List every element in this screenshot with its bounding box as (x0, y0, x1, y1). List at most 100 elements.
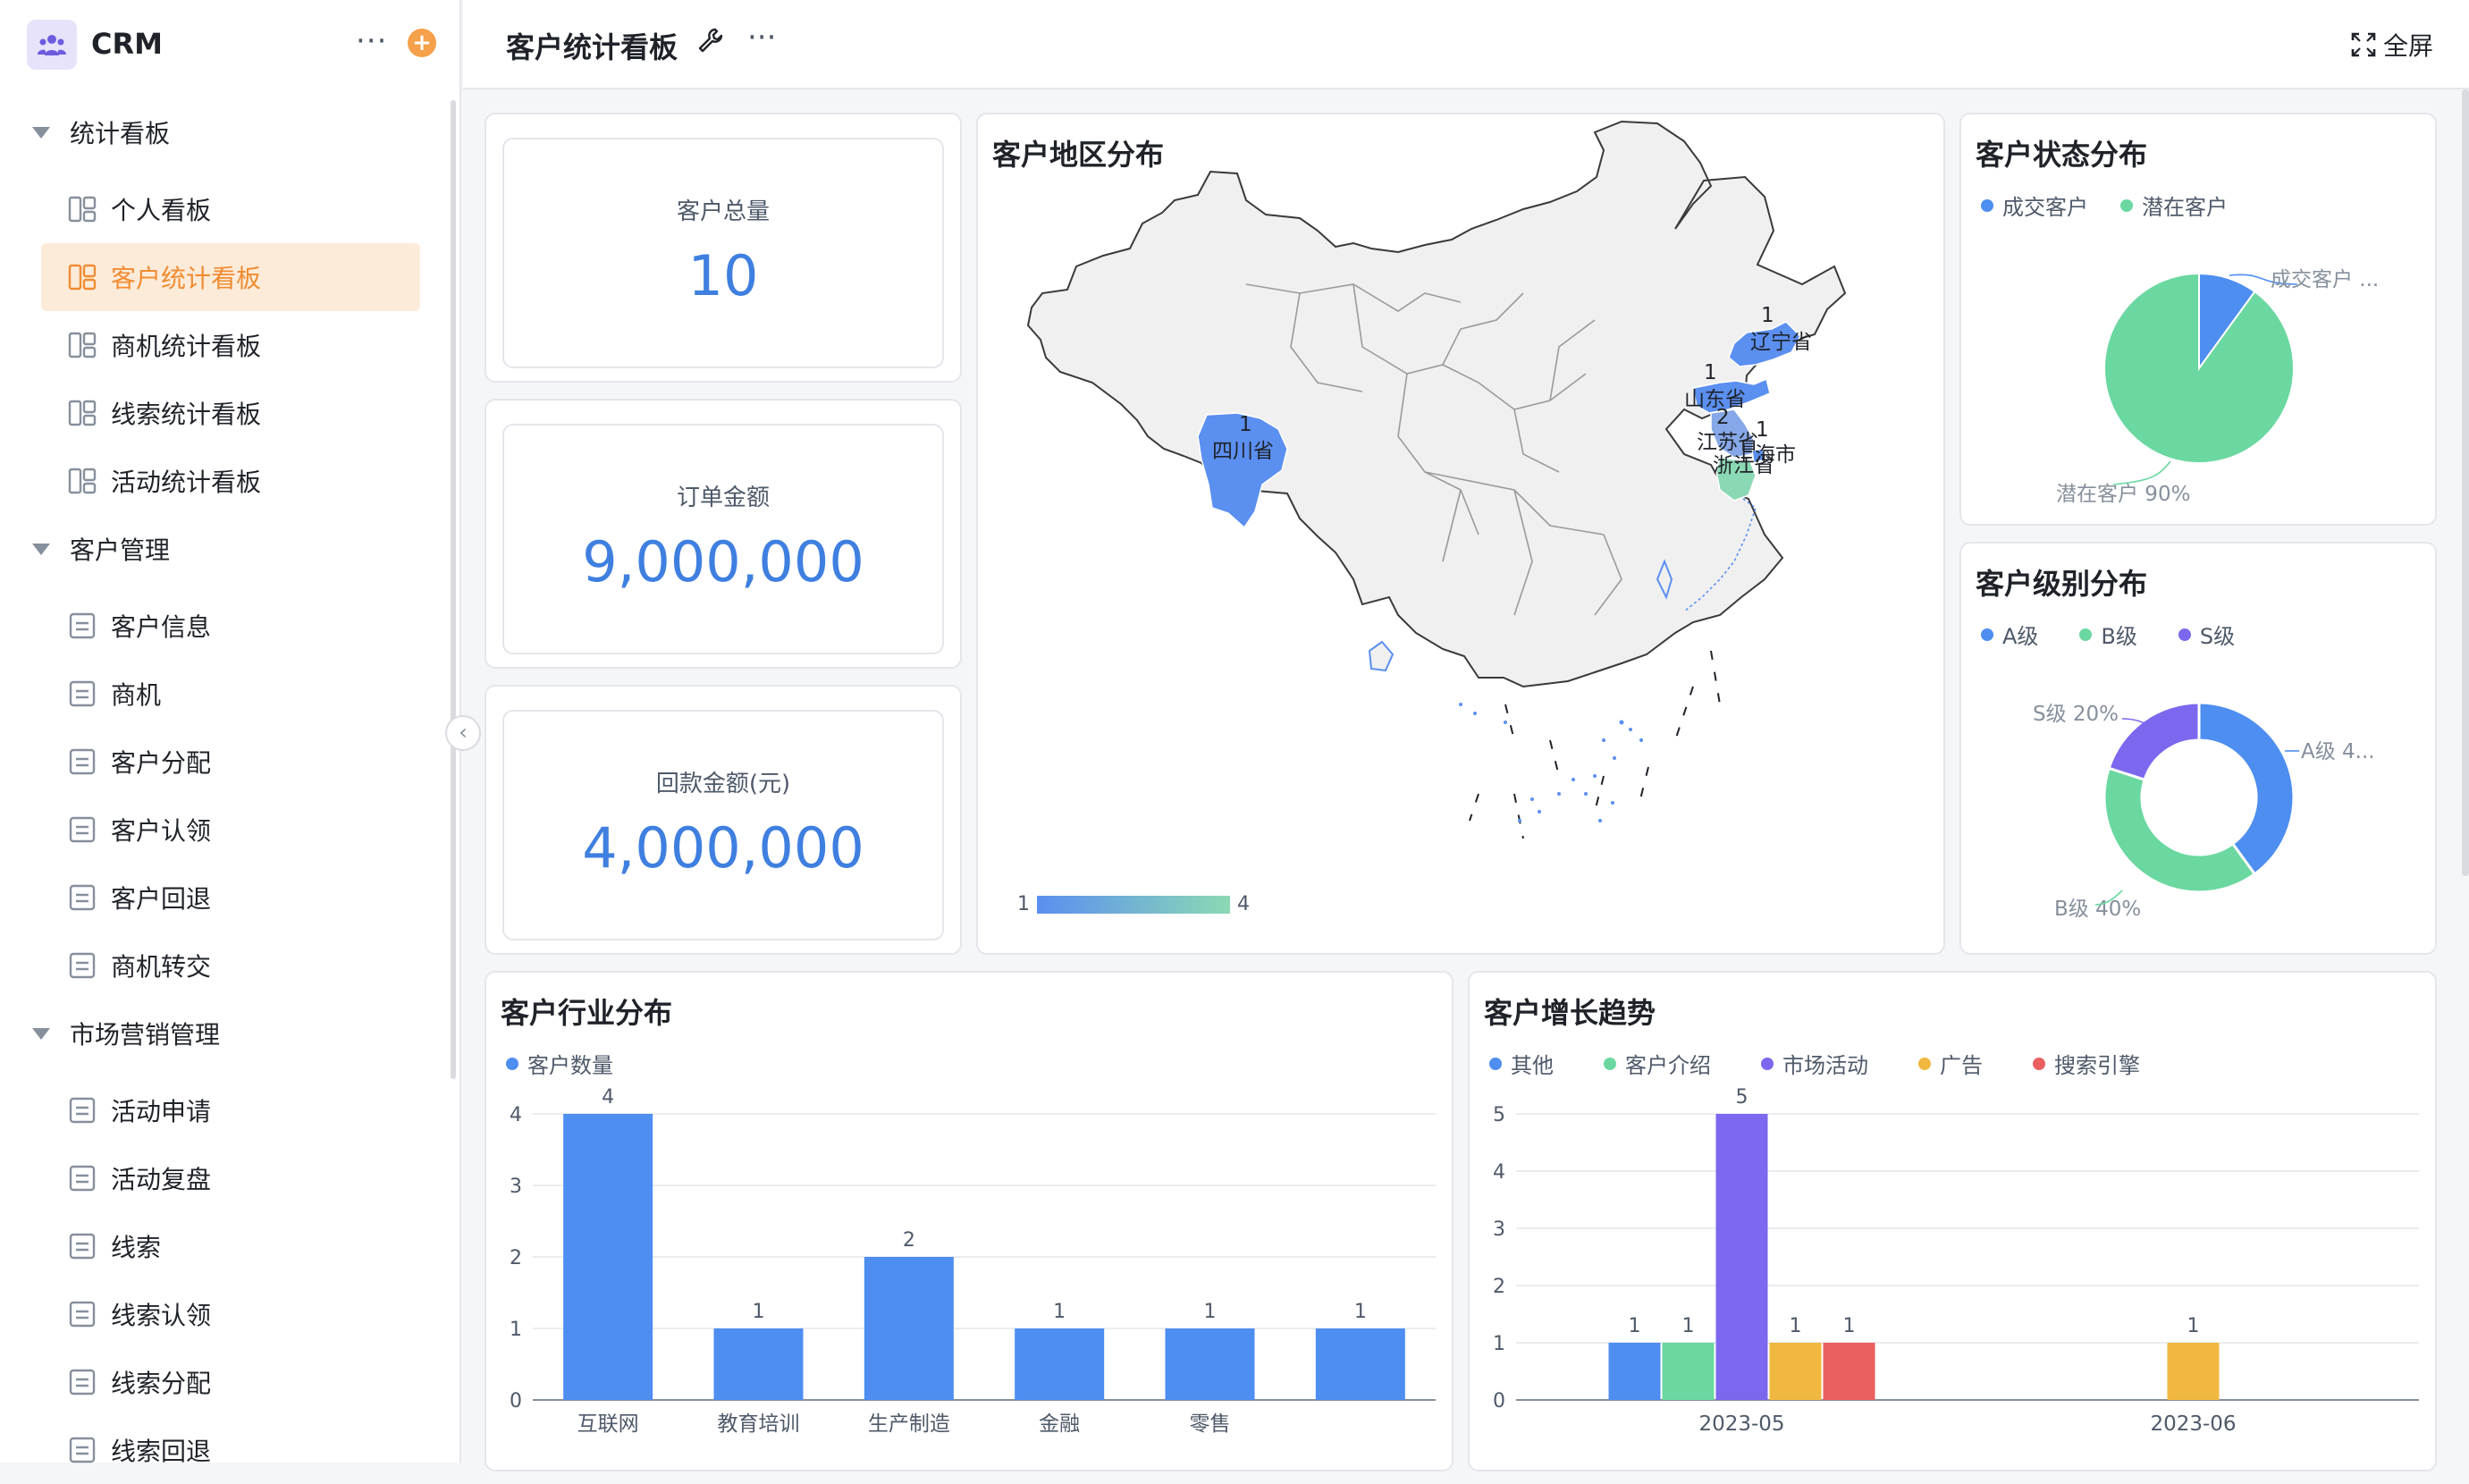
bar-value-label: 1 (1354, 1301, 1367, 1323)
y-tick-label: 2 (1493, 1276, 1505, 1298)
sidebar-item[interactable]: 客户分配 (41, 728, 420, 796)
bar (1315, 1328, 1405, 1400)
sidebar-item[interactable]: 客户信息 (41, 592, 420, 660)
bar-value-label: 1 (1682, 1315, 1695, 1337)
map-label-name: 辽宁省 (1750, 331, 1812, 354)
kpi-value: 4,000,000 (582, 815, 864, 881)
sidebar-item[interactable]: 线索 (41, 1212, 420, 1280)
sidebar-group[interactable]: 客户管理 (0, 515, 447, 583)
donut-slice (2107, 701, 2201, 782)
y-tick-label: 4 (1493, 1161, 1505, 1184)
level-card: 客户级别分布 A级 B级 S级 A级 4... B级 40% S级 20% (1959, 542, 2437, 955)
china-map[interactable]: 1 辽宁省 1 山东省 1 四川省 2 江苏省 1 上海市 浙江省 1 4 (978, 114, 1947, 957)
sidebar-item-label: 商机转交 (111, 952, 212, 982)
add-icon[interactable]: + (408, 29, 436, 57)
bar-value-label: 2 (903, 1229, 915, 1252)
sidebar-item[interactable]: 客户统计看板 (41, 243, 420, 311)
donut-label: B级 40% (2054, 898, 2141, 921)
sidebar-group[interactable]: 市场营销管理 (0, 999, 447, 1067)
map-label-name: 浙江省 (1713, 454, 1774, 477)
status-pie-chart[interactable]: 成交客户 ... 潜在客户 90% (1961, 114, 2439, 527)
wrench-icon[interactable] (697, 27, 724, 57)
sidebar-group[interactable]: 统计看板 (0, 98, 447, 166)
dashboard-icon (68, 195, 97, 223)
bar (1608, 1343, 1661, 1400)
sidebar-item[interactable]: 活动复盘 (41, 1144, 420, 1212)
sidebar-item[interactable]: 客户回退 (41, 864, 420, 932)
sidebar-item[interactable]: 活动统计看板 (41, 447, 420, 515)
bar-value-label: 1 (1204, 1301, 1217, 1323)
donut-label: A级 4... (2301, 740, 2375, 763)
sidebar-item-label: 线索 (111, 1233, 162, 1262)
map-card: 客户地区分布 1 辽宁省 1 山东省 1 四川省 2 江苏省 1 上海市 浙江省… (976, 113, 1945, 955)
map-label-name: 四川省 (1212, 440, 1274, 463)
sidebar-item-label: 商机 (111, 680, 162, 710)
more-icon[interactable]: ··· (356, 23, 387, 59)
x-tick-label: 零售 (1190, 1412, 1231, 1436)
x-tick-label: 2023-05 (1698, 1412, 1784, 1436)
sidebar-item[interactable]: 线索分配 (41, 1348, 420, 1416)
sidebar-item-label: 活动复盘 (111, 1165, 212, 1194)
map-scale-bar[interactable] (1037, 896, 1230, 914)
y-tick-label: 0 (510, 1390, 522, 1412)
caret-down-icon (32, 1027, 50, 1040)
sidebar-item[interactable]: 线索认领 (41, 1280, 420, 1348)
sidebar-item-label: 商机统计看板 (111, 332, 262, 361)
sidebar-item[interactable]: 客户认领 (41, 796, 420, 864)
map-label-name: 山东省 (1684, 388, 1746, 411)
kpi-card-order: 订单金额 9,000,000 (485, 399, 962, 669)
bar-value-label: 1 (753, 1301, 765, 1323)
map-scale-min: 1 (1017, 893, 1030, 915)
sidebar-group-label: 客户管理 (70, 535, 171, 565)
top-bar: 客户统计看板 ··· 全屏 (463, 0, 2469, 89)
bar (1165, 1328, 1255, 1400)
form-icon (68, 679, 97, 708)
sidebar-item[interactable]: 个人看板 (41, 175, 420, 243)
form-icon (68, 1368, 97, 1396)
sidebar: CRM ··· + 统计看板个人看板 客户统计看板商机统计看板线索统计看板活动统计… (0, 0, 461, 1466)
fullscreen-button[interactable]: 全屏 (2351, 27, 2433, 63)
sidebar-item-label: 客户信息 (111, 612, 212, 642)
main-scrollbar[interactable] (2462, 89, 2469, 876)
sidebar-scrollbar[interactable] (451, 100, 456, 1079)
dashboard-icon (68, 331, 97, 359)
map-label-value: 2 (1716, 406, 1730, 429)
x-tick-label: 金融 (1039, 1412, 1080, 1436)
bar (1715, 1114, 1768, 1400)
level-donut-chart[interactable]: A级 4... B级 40% S级 20% (1961, 544, 2439, 957)
collapse-sidebar-button[interactable]: ‹ (445, 715, 481, 751)
sidebar-item[interactable]: 商机转交 (41, 932, 420, 999)
bar-value-label: 4 (602, 1086, 614, 1109)
bar-value-label: 5 (1736, 1086, 1749, 1109)
sidebar-item-label: 客户分配 (111, 748, 212, 778)
form-icon (68, 815, 97, 844)
y-tick-label: 1 (510, 1319, 522, 1341)
donut-slice (2197, 701, 2296, 876)
sidebar-item[interactable]: 线索统计看板 (41, 379, 420, 447)
sidebar-item[interactable]: 线索回退 (41, 1416, 420, 1484)
sidebar-header: CRM ··· + (0, 0, 461, 89)
bar-value-label: 1 (1053, 1301, 1066, 1323)
more-icon[interactable]: ··· (747, 20, 776, 55)
bar-value-label: 1 (1843, 1315, 1856, 1337)
donut-label: S级 20% (2033, 703, 2119, 726)
sidebar-item-label: 活动统计看板 (111, 468, 262, 497)
dashboard-icon (68, 263, 97, 291)
app-name: CRM (91, 27, 163, 61)
industry-bar-chart[interactable]: 0 1 2 3 4 4 互联网 1 教育培训 2 生产制造 1 金融 1 零售 1 (486, 973, 1455, 1473)
y-tick-label: 1 (1493, 1333, 1505, 1355)
bar (864, 1257, 954, 1400)
form-icon (68, 951, 97, 980)
sidebar-item[interactable]: 商机 (41, 660, 420, 728)
caret-down-icon (32, 543, 50, 555)
sidebar-item[interactable]: 商机统计看板 (41, 311, 420, 379)
sidebar-item[interactable]: 活动申请 (41, 1076, 420, 1144)
bar (1769, 1343, 1822, 1400)
kpi-label: 客户总量 (676, 198, 770, 225)
y-tick-label: 3 (510, 1176, 522, 1198)
growth-bar-chart[interactable]: 0 1 2 3 4 5 1 1 5 1 1 2023-05 1 2023-06 (1470, 973, 2439, 1473)
x-tick-label: 互联网 (577, 1412, 639, 1436)
bar (1662, 1343, 1715, 1400)
map-label-value: 1 (1704, 361, 1717, 384)
sidebar-group-label: 市场营销管理 (70, 1020, 221, 1050)
